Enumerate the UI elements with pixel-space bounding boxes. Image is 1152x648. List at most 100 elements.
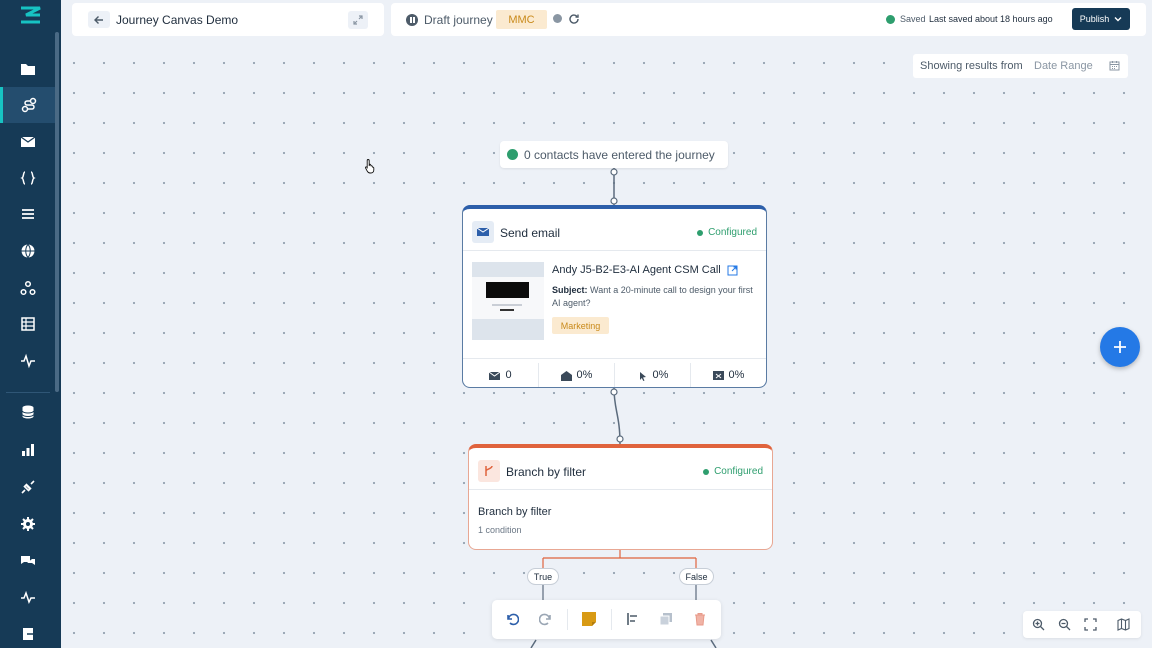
- canvas-toolbar: [492, 600, 721, 639]
- pulse-icon: [20, 590, 35, 604]
- align-left-icon: [627, 613, 637, 625]
- sidebar-item-activity[interactable]: [0, 343, 55, 379]
- journey-title[interactable]: Journey Canvas Demo: [116, 13, 238, 27]
- stat-bounces: 0%: [691, 363, 766, 387]
- journey-title-bar: Journey Canvas Demo: [72, 3, 384, 36]
- click-icon: [639, 371, 646, 381]
- divider: [463, 250, 766, 251]
- sidebar-item-logout[interactable]: [0, 616, 55, 648]
- date-range-input[interactable]: Date Range: [1034, 60, 1093, 72]
- list-icon: [21, 209, 34, 219]
- draft-status: Draft journey: [424, 13, 493, 27]
- expand-button[interactable]: [348, 11, 368, 29]
- date-range-filter[interactable]: Showing results from Date Range: [913, 54, 1128, 78]
- journey-icon: [21, 97, 37, 113]
- email-thumbnail[interactable]: [472, 262, 544, 340]
- mail-icon: [20, 136, 35, 147]
- contacts-icon: [507, 149, 518, 160]
- zoom-out-icon[interactable]: [1058, 618, 1071, 631]
- email-name[interactable]: Andy J5-B2-E3-AI Agent CSM Call: [552, 264, 738, 276]
- sidebar-scrollbar[interactable]: [55, 32, 59, 392]
- zoom-in-icon[interactable]: [1032, 618, 1045, 631]
- status-badge: Configured: [697, 227, 757, 238]
- refresh-icon[interactable]: [568, 13, 580, 25]
- chevron-down-icon: [1114, 17, 1122, 22]
- branch-filter-node[interactable]: Branch by filter Configured Branch by fi…: [468, 444, 773, 550]
- publish-label: Publish: [1079, 14, 1110, 24]
- logo-icon: [21, 6, 41, 24]
- minimap-icon[interactable]: [1117, 618, 1130, 631]
- sidebar-item-journeys[interactable]: [0, 87, 55, 123]
- settings-icon: [20, 517, 35, 531]
- saved-check-icon: [886, 15, 895, 24]
- sidebar-item-reports[interactable]: [0, 432, 55, 468]
- pause-icon: [406, 14, 418, 26]
- expand-icon: [353, 15, 363, 25]
- sidebar-item-integrations[interactable]: [0, 469, 55, 505]
- delete-button[interactable]: [692, 611, 708, 627]
- sidebar-item-lists[interactable]: [0, 196, 55, 232]
- branch-condition-count: 1 condition: [478, 525, 522, 535]
- sidebar-item-monitoring[interactable]: [0, 579, 55, 615]
- plug-icon: [20, 480, 35, 494]
- sticky-note-icon: [582, 612, 596, 626]
- email-subject: Subject: Want a 20-minute call to design…: [552, 284, 757, 310]
- sticky-note-button[interactable]: [581, 611, 597, 627]
- back-button[interactable]: [88, 11, 110, 28]
- send-email-node[interactable]: Send email Configured Andy J5-B2-E3-AI A…: [462, 205, 767, 388]
- sidebar-item-webhooks[interactable]: [0, 270, 55, 306]
- sidebar-item-settings[interactable]: [0, 506, 55, 542]
- sidebar-item-tables[interactable]: [0, 306, 55, 342]
- sidebar-collapse-button[interactable]: [52, 6, 60, 20]
- subject-label: Subject:: [552, 285, 588, 295]
- stat-clicks: 0%: [615, 363, 691, 387]
- publish-button[interactable]: Publish: [1072, 8, 1130, 30]
- align-button[interactable]: [625, 611, 641, 627]
- info-icon[interactable]: [553, 14, 562, 23]
- sidebar-item-data[interactable]: [0, 394, 55, 430]
- mail-icon: [472, 221, 494, 243]
- sent-icon: [489, 371, 501, 380]
- undo-icon: [507, 613, 519, 626]
- duplicate-button[interactable]: [658, 611, 674, 627]
- saved-label: Saved: [900, 14, 926, 24]
- journey-status-bar: Draft journey MMC Saved Last saved about…: [391, 3, 1146, 36]
- stat-opens: 0%: [539, 363, 615, 387]
- sidebar-item-code[interactable]: [0, 160, 55, 196]
- branch-false-label[interactable]: False: [679, 568, 714, 585]
- status-dot-icon: [703, 468, 710, 475]
- sidebar-item-folders[interactable]: [0, 51, 55, 87]
- sidebar: [0, 0, 61, 648]
- sidebar-item-web[interactable]: [0, 233, 55, 269]
- node-title: Branch by filter: [506, 465, 587, 479]
- status-dot-icon: [697, 229, 704, 236]
- node-title: Send email: [500, 226, 561, 240]
- add-node-button[interactable]: [1100, 327, 1140, 367]
- plus-icon: [1114, 341, 1126, 353]
- workspace-badge: MMC: [496, 10, 547, 29]
- webhook-icon: [19, 280, 36, 296]
- branch-true-label[interactable]: True: [527, 568, 559, 585]
- activity-icon: [20, 353, 35, 369]
- status-label: Configured: [708, 227, 757, 238]
- journey-entry-node[interactable]: 0 contacts have entered the journey: [500, 141, 728, 168]
- external-link-icon[interactable]: [727, 265, 738, 276]
- folder-icon: [20, 64, 35, 75]
- divider: [567, 609, 568, 630]
- redo-button[interactable]: [538, 611, 554, 627]
- open-icon: [560, 370, 572, 381]
- stat-sent: 0: [463, 363, 539, 387]
- code-braces-icon: [19, 171, 36, 185]
- sidebar-item-email[interactable]: [0, 124, 55, 160]
- bounce-icon: [712, 370, 724, 380]
- copy-icon: [659, 613, 672, 626]
- calendar-icon[interactable]: [1109, 60, 1120, 71]
- arrow-left-icon: [94, 15, 103, 24]
- bar-chart-icon: [21, 444, 34, 456]
- fit-view-icon[interactable]: [1084, 618, 1097, 631]
- redo-icon: [539, 613, 551, 626]
- exit-icon: [22, 628, 33, 640]
- zoom-controls: [1023, 611, 1141, 638]
- sidebar-item-support[interactable]: [0, 543, 55, 579]
- undo-button[interactable]: [504, 611, 520, 627]
